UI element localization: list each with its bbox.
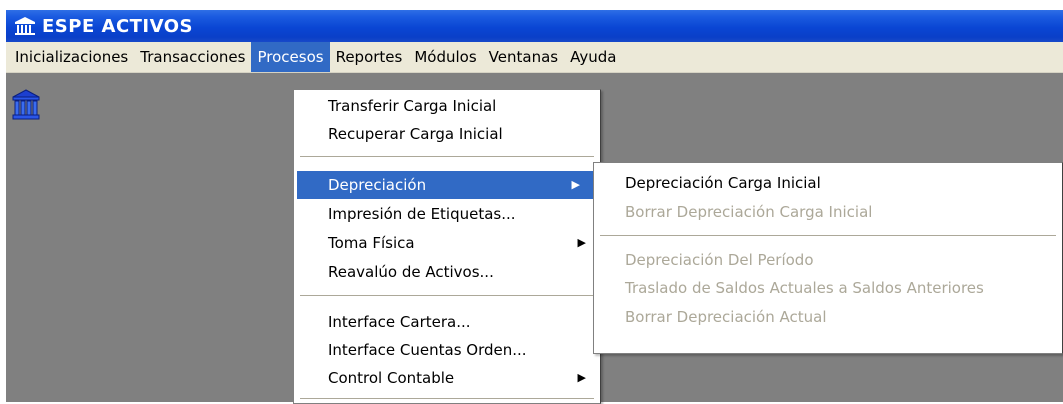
menuitem-label: Recuperar Carga Inicial [328,125,503,143]
menuitem-toma-fisica[interactable]: Toma Física ▶ [294,229,600,257]
menu-separator [600,235,1056,236]
menu-bar: Inicializaciones Transacciones Procesos … [6,42,1063,73]
menu-inicializaciones[interactable]: Inicializaciones [9,42,134,72]
menuitem-transferir-carga-inicial[interactable]: Transferir Carga Inicial [294,92,600,120]
title-bar[interactable]: ESPE ACTIVOS [6,10,1063,42]
menu-reportes[interactable]: Reportes [330,42,409,72]
menu-ayuda[interactable]: Ayuda [564,42,622,72]
submenuitem-label: Borrar Depreciación Actual [625,308,827,326]
menuitem-reavaluo-activos[interactable]: Reavalúo de Activos... [294,258,600,286]
menuitem-label: Transferir Carga Inicial [328,97,497,115]
window-title: ESPE ACTIVOS [42,15,194,37]
procesos-dropdown-menu: Transferir Carga Inicial Recuperar Carga… [293,89,601,404]
menuitem-label: Toma Física [328,234,415,252]
submenuitem-label: Depreciación Carga Inicial [625,174,821,192]
submenu-arrow-icon: ▶ [577,236,586,249]
submenuitem-depreciacion-carga-inicial[interactable]: Depreciación Carga Inicial [594,168,1062,198]
app-building-icon [15,17,35,35]
menu-modulos[interactable]: Módulos [408,42,482,72]
menu-separator [300,295,594,296]
menuitem-label: Reavalúo de Activos... [328,263,494,281]
menuitem-interface-cuentas-orden[interactable]: Interface Cuentas Orden... [294,336,600,364]
menu-ventanas[interactable]: Ventanas [483,42,564,72]
menuitem-label: Depreciación [328,176,427,194]
submenuitem-label: Borrar Depreciación Carga Inicial [625,203,873,221]
menuitem-depreciacion[interactable]: Depreciación ▶ [297,171,594,199]
building-columns-icon[interactable] [12,89,40,121]
menuitem-recuperar-carga-inicial[interactable]: Recuperar Carga Inicial [294,120,600,148]
submenuitem-depreciacion-del-periodo: Depreciación Del Período [594,245,1062,275]
menuitem-label: Impresión de Etiquetas... [328,205,516,223]
submenuitem-traslado-saldos: Traslado de Saldos Actuales a Saldos Ant… [594,273,1062,303]
depreciacion-submenu: Depreciación Carga Inicial Borrar Deprec… [593,162,1063,354]
submenu-arrow-icon: ▶ [571,178,580,191]
menuitem-label: Interface Cartera... [328,313,471,331]
menuitem-label: Control Contable [328,369,455,387]
submenuitem-borrar-depreciacion-actual: Borrar Depreciación Actual [594,302,1062,332]
submenuitem-label: Traslado de Saldos Actuales a Saldos Ant… [625,279,984,297]
menu-separator [300,398,594,399]
menu-separator [300,156,594,157]
submenu-arrow-icon: ▶ [577,371,586,384]
menuitem-control-contable[interactable]: Control Contable ▶ [294,364,600,392]
menuitem-interface-cartera[interactable]: Interface Cartera... [294,308,600,336]
submenuitem-label: Depreciación Del Período [625,251,814,269]
menu-procesos[interactable]: Procesos [251,42,330,72]
menuitem-label: Interface Cuentas Orden... [328,341,527,359]
menuitem-impresion-etiquetas[interactable]: Impresión de Etiquetas... [294,200,600,228]
menu-transacciones[interactable]: Transacciones [134,42,251,72]
submenuitem-borrar-depreciacion-carga-inicial: Borrar Depreciación Carga Inicial [594,197,1062,227]
